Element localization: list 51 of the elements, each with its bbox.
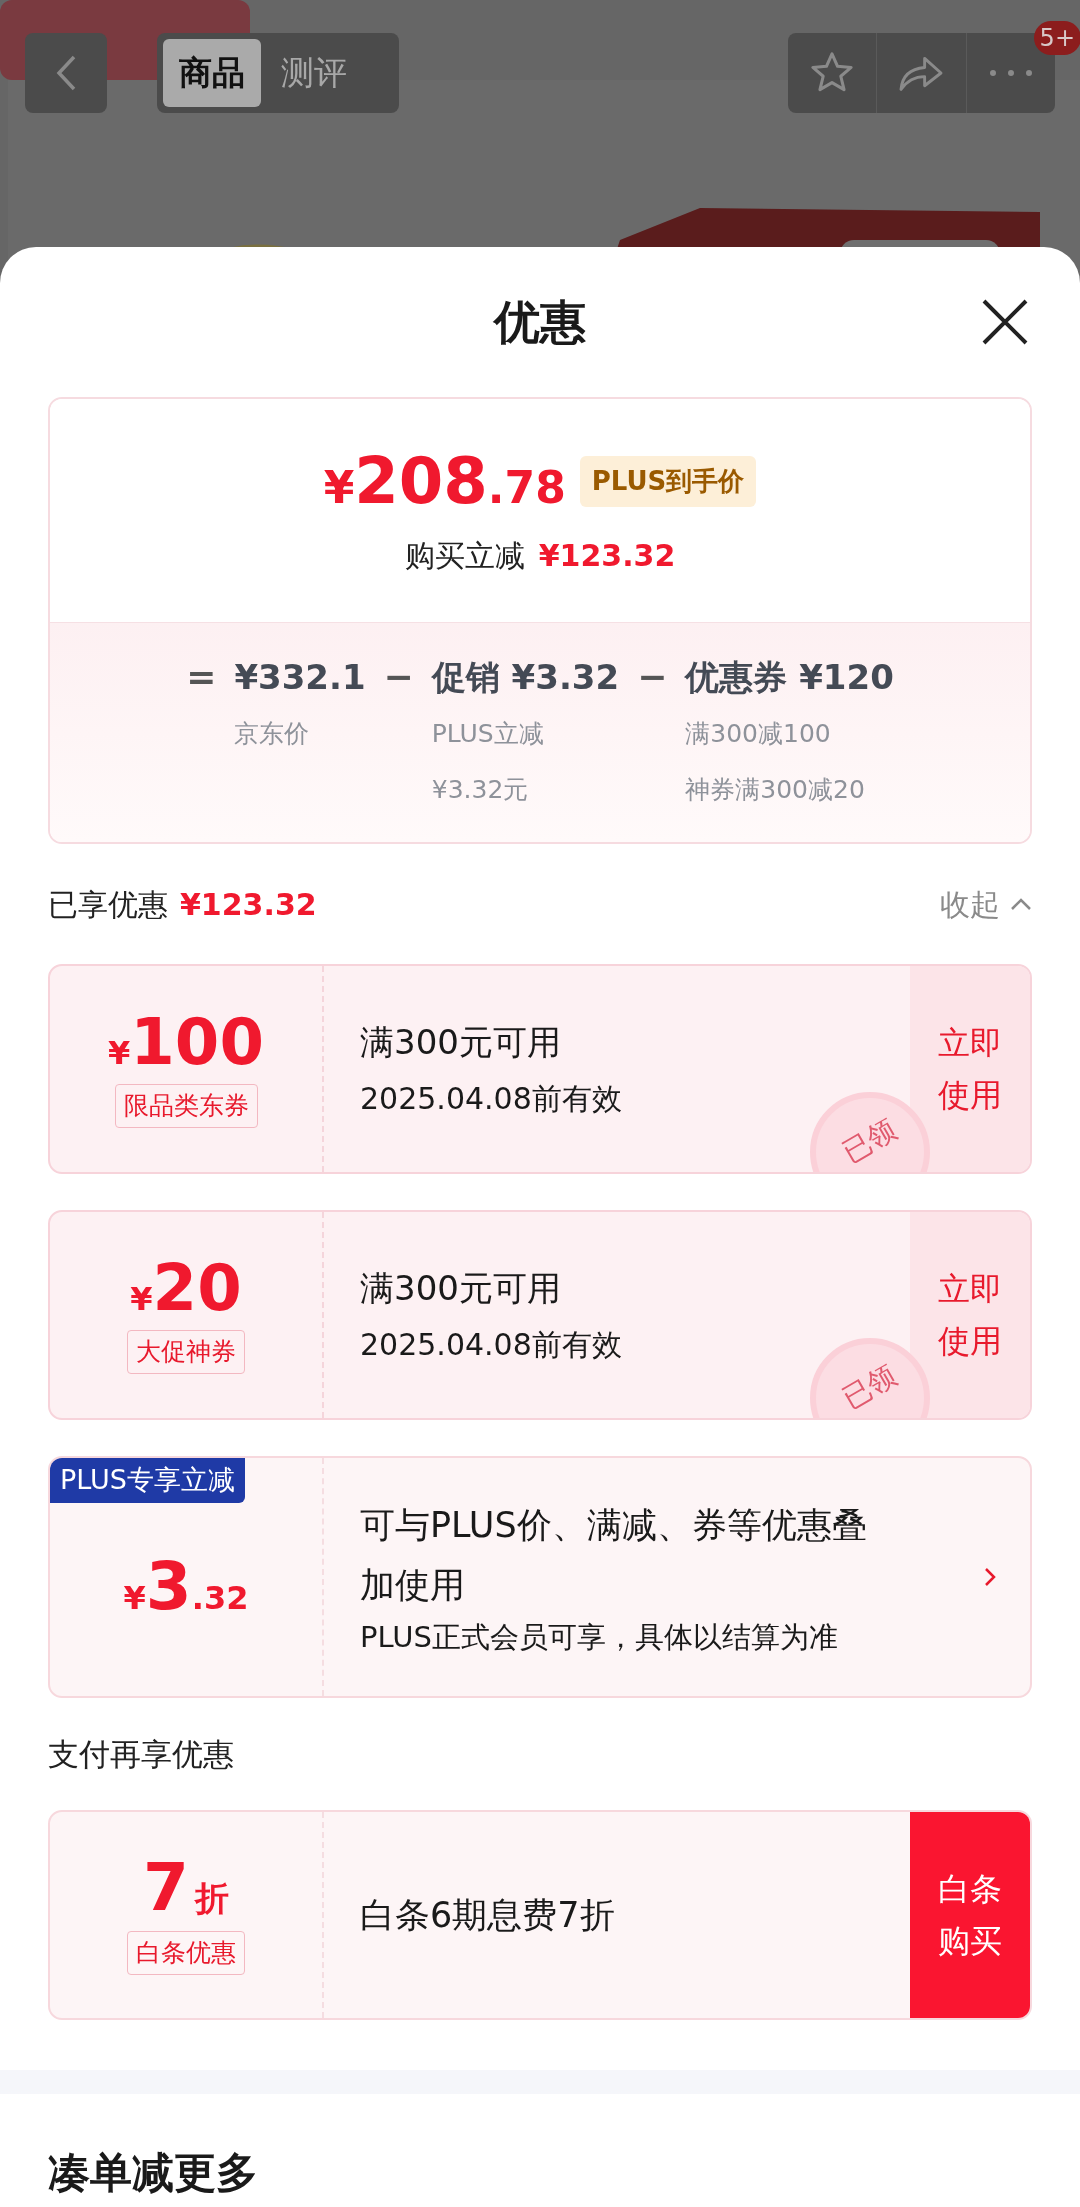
- use-now-button[interactable]: 立即使用: [910, 1212, 1030, 1418]
- pay-button[interactable]: 白条购买: [910, 1812, 1030, 2018]
- final-price: ¥208.78: [323, 449, 566, 513]
- back-button[interactable]: [25, 33, 107, 113]
- plus-note: PLUS正式会员可享，具体以结算为准: [360, 1619, 839, 1656]
- coupon-condition: 满300元可用: [360, 1021, 562, 1064]
- operator: −: [637, 657, 668, 699]
- applied-discount-amount: ¥123.32: [180, 885, 317, 924]
- breakdown-note: PLUS立减: [431, 718, 545, 750]
- notification-badge: 5+: [1033, 21, 1080, 55]
- tab[interactable]: 测评: [265, 39, 363, 107]
- breakdown-note: 满300减100: [685, 718, 832, 750]
- close-icon: [980, 297, 1030, 347]
- discount-value: 7 折: [143, 1855, 229, 1922]
- coupon-tag: 大促神券: [127, 1330, 245, 1374]
- price-tag: PLUS到手价: [579, 456, 757, 507]
- coupon-value: ¥20: [130, 1256, 242, 1321]
- breakdown-amount: 促销 ¥3.32: [431, 657, 620, 697]
- breakdown-note: 京东价: [234, 718, 311, 750]
- back-icon: [55, 54, 77, 92]
- tab[interactable]: 商品: [163, 39, 261, 107]
- chevron-right-icon: [983, 1566, 997, 1588]
- plus-description: 可与PLUS价、满减、券等优惠叠加使用: [360, 1504, 868, 1607]
- saving-amount: ¥123.32: [538, 537, 676, 575]
- applied-discount-label: 已享优惠: [48, 885, 168, 924]
- offer-description: 白条6期息费7折: [360, 1893, 615, 1937]
- coupon-validity: 2025.04.08前有效: [360, 1080, 623, 1118]
- claimed-stamp: 已领: [810, 1092, 930, 1172]
- use-now-button[interactable]: 立即使用: [910, 966, 1030, 1172]
- breakdown-note: 神券满300减20: [685, 773, 866, 806]
- close-button[interactable]: [980, 297, 1030, 347]
- breakdown-note: ¥3.32元: [431, 773, 530, 806]
- plus-ribbon: PLUS专享立减: [50, 1458, 245, 1503]
- plus-discount-value: ¥3.32: [123, 1554, 249, 1620]
- breakdown-amount: ¥332.1: [234, 657, 366, 697]
- coupon-condition: 满300元可用: [360, 1267, 562, 1310]
- section-title: 支付再享优惠: [48, 1734, 234, 1774]
- claimed-stamp: 已领: [810, 1338, 930, 1418]
- saving-label: 购买立减: [404, 537, 525, 575]
- chevron-up-icon: [1010, 897, 1032, 911]
- operator: −: [383, 657, 414, 699]
- operator: =: [186, 657, 217, 699]
- coupon-value: ¥100: [108, 1010, 264, 1075]
- section-heading: 凑单减更多: [48, 2147, 258, 2199]
- coupon-validity: 2025.04.08前有效: [360, 1326, 623, 1364]
- offer-tag: 白条优惠: [127, 1931, 245, 1975]
- sheet-title: 优惠: [494, 293, 586, 351]
- collapse-toggle[interactable]: 收起: [940, 881, 1032, 927]
- coupon-tag: 限品类东券: [114, 1084, 258, 1128]
- more-icon: [988, 69, 1033, 77]
- breakdown-amount: 优惠券 ¥120: [685, 657, 894, 697]
